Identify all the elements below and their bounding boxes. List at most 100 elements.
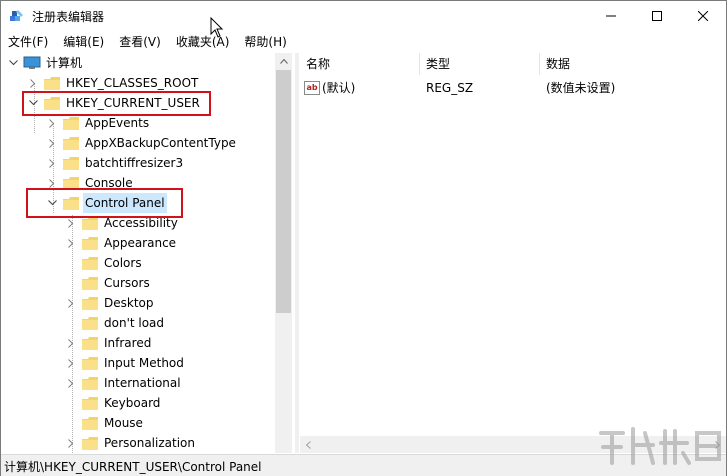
menu-bar: 文件(F) 编辑(E) 查看(V) 收藏夹(A) 帮助(H) (1, 32, 726, 52)
folder-icon (82, 336, 98, 350)
tree-label: Infrared (104, 336, 152, 350)
chevron-right-icon[interactable] (45, 153, 59, 173)
tree-label: AppEvents (85, 116, 150, 130)
menu-favorites[interactable]: 收藏夹(A) (169, 32, 238, 52)
value-name: (默认) (322, 81, 356, 95)
menu-edit[interactable]: 编辑(E) (56, 32, 112, 52)
menu-view[interactable]: 查看(V) (112, 32, 169, 52)
tree-item-cp-child[interactable]: Personalization (64, 433, 197, 453)
tree-item-cp-child[interactable]: don't load (64, 313, 166, 333)
close-button[interactable] (680, 1, 726, 31)
tree-label: Input Method (104, 356, 184, 370)
pane-splitter[interactable] (295, 53, 299, 453)
folder-icon (82, 356, 98, 370)
tree-label: Appearance (104, 236, 177, 250)
tree-label: 计算机 (46, 56, 83, 70)
folder-icon (82, 416, 98, 430)
tree-scrollbar[interactable] (275, 53, 292, 453)
folder-icon (63, 116, 79, 130)
computer-icon (23, 56, 41, 69)
registry-tree[interactable]: 计算机 HKEY_CLASSES_ROOT HKEY_CURRENT_USER (2, 53, 294, 453)
scroll-up-arrow-icon[interactable] (275, 53, 292, 70)
title-bar[interactable]: 注册表编辑器 (1, 1, 726, 31)
tree-label: Desktop (104, 296, 154, 310)
string-value-icon: ab (304, 81, 320, 95)
tree-item-hkcr[interactable]: HKEY_CLASSES_ROOT (26, 73, 200, 93)
tree-label: Keyboard (104, 396, 161, 410)
tree-item-cp-child[interactable]: International (64, 373, 183, 393)
maximize-button[interactable] (634, 1, 680, 31)
tree-label: Colors (104, 256, 142, 270)
chevron-right-icon[interactable] (64, 333, 78, 353)
tree-label: Cursors (104, 276, 150, 290)
folder-icon (82, 256, 98, 270)
column-header-data[interactable]: 数据 (540, 53, 726, 75)
tree-label: Mouse (104, 416, 143, 430)
scroll-left-arrow-icon[interactable] (300, 436, 317, 453)
tree-item-appevents[interactable]: AppEvents (45, 113, 151, 133)
highlight-box-control-panel (26, 188, 183, 218)
tree-item-cp-child[interactable]: Infrared (64, 333, 153, 353)
tree-item-computer[interactable]: 计算机 (6, 53, 84, 73)
folder-icon (82, 296, 98, 310)
chevron-right-icon[interactable] (45, 113, 59, 133)
folder-icon (44, 76, 60, 90)
folder-icon (63, 136, 79, 150)
chevron-right-icon[interactable] (64, 293, 78, 313)
value-data: (数值未设置) (546, 81, 616, 95)
chevron-right-icon[interactable] (64, 233, 78, 253)
tree-item-cp-child[interactable]: Desktop (64, 293, 156, 313)
tree-item-cp-child[interactable]: Mouse (64, 413, 145, 433)
tree-label: HKEY_CLASSES_ROOT (66, 76, 199, 90)
chevron-right-icon[interactable] (45, 133, 59, 153)
highlight-box-hkcu (22, 91, 211, 116)
folder-icon (82, 316, 98, 330)
tree-label: batchtiffresizer3 (85, 156, 184, 170)
table-row[interactable]: ab (默认) REG_SZ (数值未设置) (300, 78, 726, 98)
menu-file[interactable]: 文件(F) (1, 32, 56, 52)
folder-icon (82, 376, 98, 390)
chevron-right-icon[interactable] (26, 73, 40, 93)
column-header-name[interactable]: 名称 (300, 53, 420, 75)
list-header: 名称 类型 数据 (300, 53, 726, 75)
tree-item-cp-child[interactable]: Cursors (64, 273, 152, 293)
values-list[interactable]: 名称 类型 数据 ab (默认) REG_SZ (数值未设置) (300, 53, 726, 453)
tree-label: don't load (104, 316, 165, 330)
chevron-down-icon[interactable] (6, 53, 20, 73)
folder-icon (82, 236, 98, 250)
tree-item-cp-child[interactable]: Input Method (64, 353, 186, 373)
tree-item-batchtiff[interactable]: batchtiffresizer3 (45, 153, 185, 173)
folder-icon (82, 436, 98, 450)
folder-icon (82, 276, 98, 290)
chevron-right-icon[interactable] (64, 373, 78, 393)
menu-help[interactable]: 帮助(H) (237, 32, 294, 52)
window-title: 注册表编辑器 (32, 10, 105, 24)
watermark-logo-icon (599, 427, 721, 465)
minimize-button[interactable] (588, 1, 634, 31)
folder-icon (63, 156, 79, 170)
tree-label: International (104, 376, 181, 390)
tree-item-cp-child[interactable]: Keyboard (64, 393, 162, 413)
registry-editor-window: 注册表编辑器 文件(F) 编辑(E) 查看(V) 收藏夹(A) 帮助(H) 计算… (0, 0, 727, 476)
status-path: 计算机\HKEY_CURRENT_USER\Control Panel (4, 460, 262, 474)
chevron-right-icon[interactable] (64, 353, 78, 373)
registry-editor-icon (10, 10, 23, 21)
tree-label: Personalization (104, 436, 195, 450)
folder-icon (82, 396, 98, 410)
scrollbar-thumb[interactable] (276, 70, 291, 313)
maximize-icon (652, 11, 662, 21)
column-header-type[interactable]: 类型 (420, 53, 540, 75)
minimize-icon (606, 15, 616, 17)
tree-item-cp-child[interactable]: Appearance (64, 233, 178, 253)
tree-item-cp-child[interactable]: Colors (64, 253, 144, 273)
chevron-right-icon[interactable] (64, 433, 78, 453)
tree-item-appxbackup[interactable]: AppXBackupContentType (45, 133, 238, 153)
close-icon (698, 11, 708, 21)
folder-icon (82, 216, 98, 230)
tree-label: AppXBackupContentType (85, 136, 236, 150)
